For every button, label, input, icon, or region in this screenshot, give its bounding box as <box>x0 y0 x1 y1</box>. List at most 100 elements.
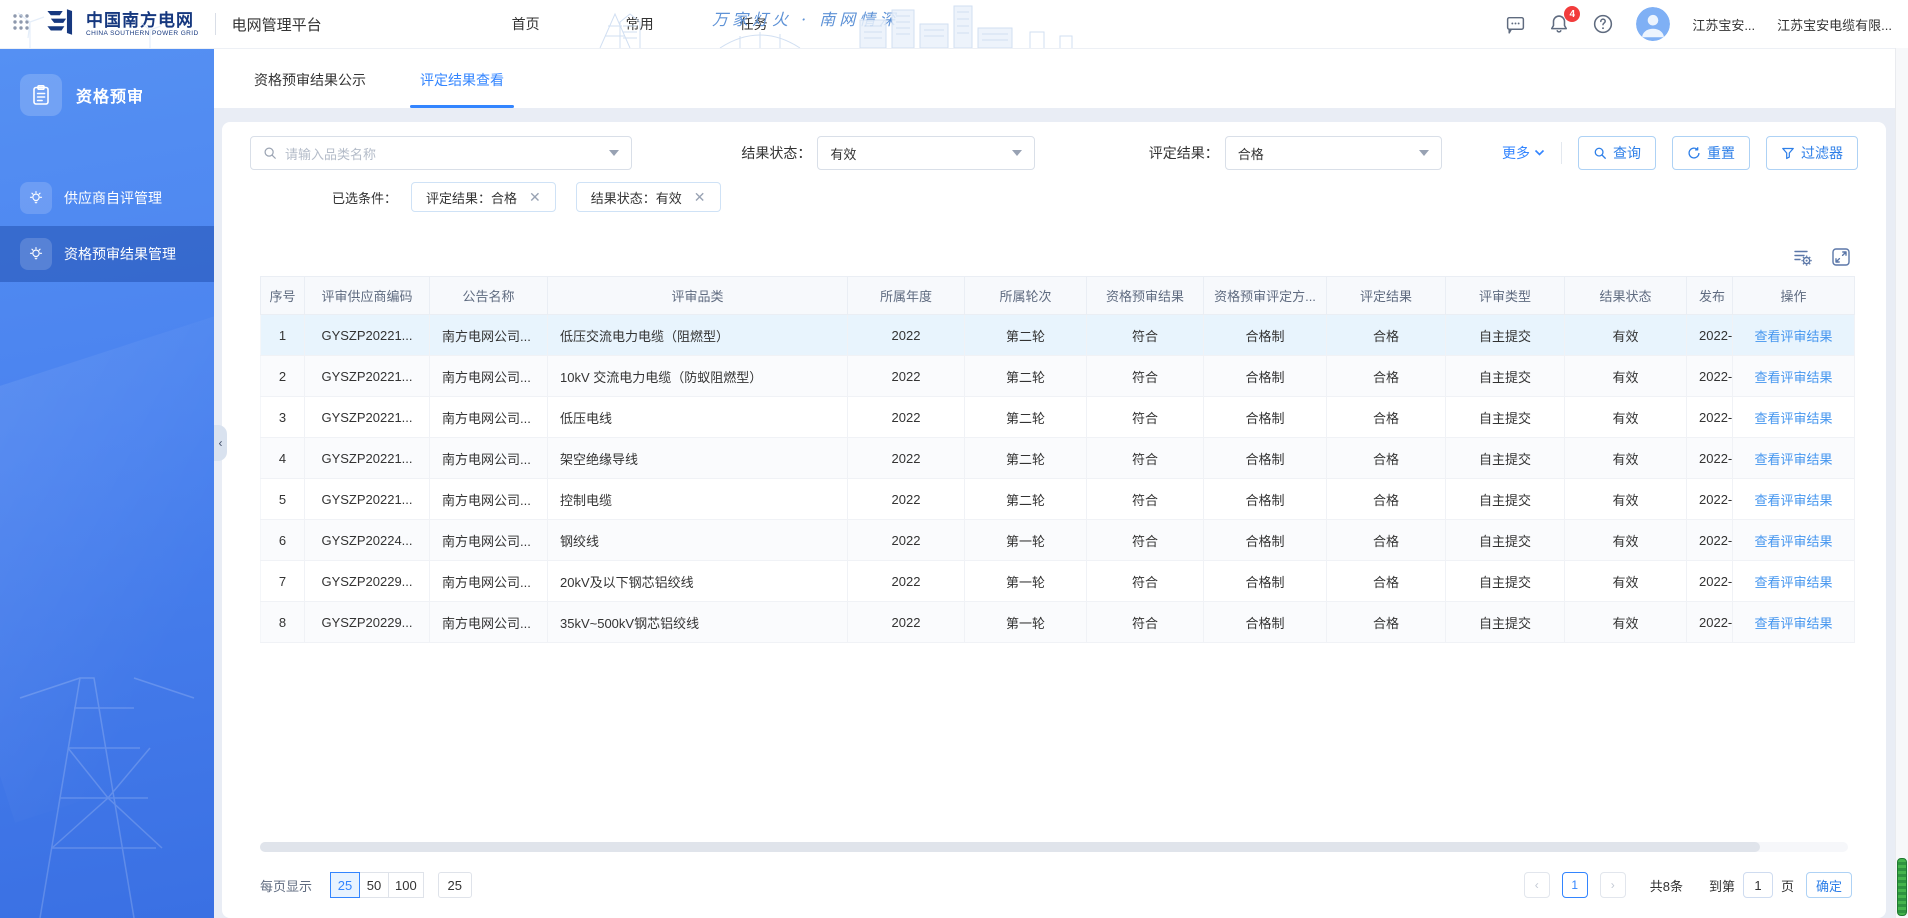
results-table: 序号评审供应商编码公告名称评审品类所属年度所属轮次资格预审结果资格预审评定方..… <box>260 276 1855 643</box>
result-card: 请输入品类名称 结果状态： 有效 评定结果： 合格 更多 <box>222 122 1886 918</box>
cell-action: 查看评审结果 <box>1733 602 1855 643</box>
total-count: 共8条 <box>1650 876 1683 895</box>
logo-title: 中国南方电网 <box>86 12 199 30</box>
user-name[interactable]: 江苏宝安... <box>1692 15 1755 34</box>
content-area: 请输入品类名称 结果状态： 有效 评定结果： 合格 更多 <box>214 108 1908 918</box>
pagination-controls: ‹ 1 › 共8条 到第 1 页 确定 <box>1524 872 1852 898</box>
page-size-25[interactable]: 25 <box>330 872 360 898</box>
vscrollbar-thumb[interactable] <box>1897 858 1907 916</box>
tab-prequal-result-publicity[interactable]: 资格预审结果公示 <box>250 70 370 108</box>
next-page-button[interactable]: › <box>1600 872 1626 898</box>
reset-button[interactable]: 重置 <box>1672 136 1750 170</box>
fullscreen-icon[interactable] <box>1830 246 1852 268</box>
category-search-select[interactable]: 请输入品类名称 <box>250 136 632 170</box>
page-number-1[interactable]: 1 <box>1562 872 1588 898</box>
nav-common[interactable]: 常用 <box>626 14 654 34</box>
view-review-result-link[interactable]: 查看评审结果 <box>1754 329 1832 344</box>
cell-year: 2022 <box>848 602 965 643</box>
sidebar-menu: 供应商自评管理 资格预审结果管理 <box>0 170 214 282</box>
cell-round: 第一轮 <box>965 520 1087 561</box>
cell-action: 查看评审结果 <box>1733 438 1855 479</box>
cell-action: 查看评审结果 <box>1733 356 1855 397</box>
search-icon <box>1593 146 1607 160</box>
goto-page-input[interactable]: 1 <box>1743 872 1773 898</box>
cell-evaluation-result: 合格 <box>1327 479 1446 520</box>
chip-close-icon[interactable]: ✕ <box>694 189 706 206</box>
table-tools <box>250 246 1852 268</box>
cell-publish-date: 2022- <box>1687 520 1733 561</box>
view-review-result-link[interactable]: 查看评审结果 <box>1754 534 1832 549</box>
cell-evaluation-result: 合格 <box>1327 520 1446 561</box>
view-review-result-link[interactable]: 查看评审结果 <box>1754 616 1832 631</box>
csg-logo-icon <box>44 7 78 42</box>
cell-prequal-result: 符合 <box>1087 397 1204 438</box>
view-review-result-link[interactable]: 查看评审结果 <box>1754 575 1832 590</box>
page-size-100[interactable]: 100 <box>388 872 424 898</box>
cell-category: 35kV~500kV钢芯铝绞线 <box>548 602 848 643</box>
cell-publish-date: 2022- <box>1687 561 1733 602</box>
query-button[interactable]: 查询 <box>1578 136 1656 170</box>
cell-prequal-method: 合格制 <box>1204 479 1327 520</box>
cell-review-type: 自主提交 <box>1446 438 1565 479</box>
view-review-result-link[interactable]: 查看评审结果 <box>1754 370 1832 385</box>
app-launcher-icon[interactable] <box>12 13 30 36</box>
chip-close-icon[interactable]: ✕ <box>529 189 541 206</box>
view-review-result-link[interactable]: 查看评审结果 <box>1754 411 1832 426</box>
table-row[interactable]: 1GYSZP20221...南方电网公司...低压交流电力电缆（阻燃型）2022… <box>261 315 1855 356</box>
app-window: 中国南方电网 CHINA SOUTHERN POWER GRID 电网管理平台 … <box>0 0 1908 918</box>
col-index: 序号 <box>261 277 305 315</box>
cell-result-status: 有效 <box>1565 520 1687 561</box>
pylon-decoration <box>0 618 214 918</box>
help-icon[interactable] <box>1592 13 1614 35</box>
cell-prequal-result: 符合 <box>1087 479 1204 520</box>
sidebar-item-prequal-results[interactable]: 资格预审结果管理 <box>0 226 214 282</box>
cell-round: 第二轮 <box>965 315 1087 356</box>
col-review-type: 评审类型 <box>1446 277 1565 315</box>
table-row[interactable]: 8GYSZP20229...南方电网公司...35kV~500kV钢芯铝绞线20… <box>261 602 1855 643</box>
column-settings-icon[interactable] <box>1792 246 1814 268</box>
selected-conditions-label: 已选条件： <box>332 188 397 207</box>
cell-prequal-method: 合格制 <box>1204 356 1327 397</box>
notification-bell-icon[interactable]: 4 <box>1548 13 1570 35</box>
confirm-button[interactable]: 确定 <box>1806 872 1852 898</box>
prev-page-button[interactable]: ‹ <box>1524 872 1550 898</box>
tab-evaluation-result-view[interactable]: 评定结果查看 <box>416 70 508 108</box>
more-filters-link[interactable]: 更多 <box>1502 143 1545 163</box>
cell-evaluation-result: 合格 <box>1327 561 1446 602</box>
result-select-value: 合格 <box>1238 144 1419 163</box>
table-row[interactable]: 5GYSZP20221...南方电网公司...控制电缆2022第二轮符合合格制合… <box>261 479 1855 520</box>
goto-suffix: 页 <box>1781 876 1794 895</box>
table-header-row: 序号评审供应商编码公告名称评审品类所属年度所属轮次资格预审结果资格预审评定方..… <box>261 277 1855 315</box>
col-evaluation-result: 评定结果 <box>1327 277 1446 315</box>
cell-evaluation-result: 合格 <box>1327 397 1446 438</box>
table-row[interactable]: 2GYSZP20221...南方电网公司...10kV 交流电力电缆（防蚁阻燃型… <box>261 356 1855 397</box>
cell-category: 钢绞线 <box>548 520 848 561</box>
cell-round: 第二轮 <box>965 356 1087 397</box>
view-review-result-link[interactable]: 查看评审结果 <box>1754 452 1832 467</box>
table-row[interactable]: 7GYSZP20229...南方电网公司...20kV及以下钢芯铝绞线2022第… <box>261 561 1855 602</box>
table-row[interactable]: 6GYSZP20224...南方电网公司...钢绞线2022第一轮符合合格制合格… <box>261 520 1855 561</box>
vertical-scrollbar <box>1895 48 1908 918</box>
company-name[interactable]: 江苏宝安电缆有限... <box>1777 15 1892 34</box>
table-row[interactable]: 3GYSZP20221...南方电网公司...低压电线2022第二轮符合合格制合… <box>261 397 1855 438</box>
table-row[interactable]: 4GYSZP20221...南方电网公司...架空绝缘导线2022第二轮符合合格… <box>261 438 1855 479</box>
cell-round: 第二轮 <box>965 479 1087 520</box>
nav-home[interactable]: 首页 <box>512 14 540 34</box>
cell-review-type: 自主提交 <box>1446 479 1565 520</box>
cell-category: 低压交流电力电缆（阻燃型） <box>548 315 848 356</box>
filter-divider <box>1561 142 1562 164</box>
message-icon[interactable] <box>1505 14 1526 35</box>
filter-button[interactable]: 过滤器 <box>1766 136 1858 170</box>
result-select[interactable]: 合格 <box>1225 136 1442 170</box>
user-avatar[interactable] <box>1636 7 1670 41</box>
view-review-result-link[interactable]: 查看评审结果 <box>1754 493 1832 508</box>
sidebar-collapse-handle[interactable]: ‹ <box>214 425 227 461</box>
col-notice-name: 公告名称 <box>430 277 548 315</box>
sidebar-item-supplier-self-eval[interactable]: 供应商自评管理 <box>0 170 214 226</box>
page-size-50[interactable]: 50 <box>359 872 389 898</box>
cell-result-status: 有效 <box>1565 315 1687 356</box>
cell-review-type: 自主提交 <box>1446 315 1565 356</box>
status-select[interactable]: 有效 <box>817 136 1034 170</box>
current-page-size[interactable]: 25 <box>438 872 472 898</box>
hscrollbar-thumb[interactable] <box>260 842 1760 852</box>
